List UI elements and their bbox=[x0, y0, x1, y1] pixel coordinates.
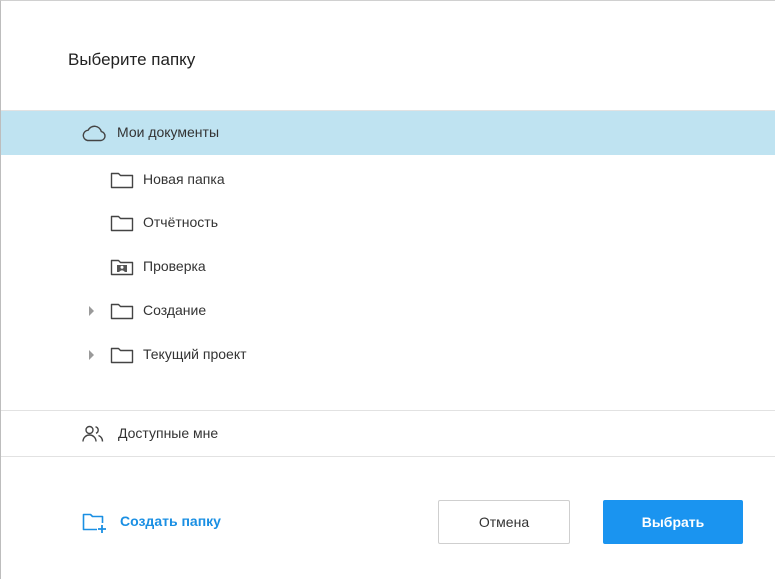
tree-item-current-project[interactable]: Текущий проект bbox=[1, 333, 775, 377]
create-folder-label: Создать папку bbox=[120, 513, 221, 529]
tree-item-creation[interactable]: Создание bbox=[1, 289, 775, 333]
tree-item-check[interactable]: Проверка bbox=[1, 245, 775, 289]
tree-item-my-documents[interactable]: Мои документы bbox=[1, 111, 775, 155]
tree-item-new-folder[interactable]: Новая папка bbox=[1, 158, 775, 202]
folder-icon bbox=[110, 172, 134, 189]
add-folder-icon bbox=[82, 513, 106, 533]
expand-arrow-icon[interactable] bbox=[89, 306, 94, 316]
select-folder-dialog: Выберите папку Мои документы Новая папка… bbox=[0, 0, 775, 579]
tree-item-reports[interactable]: Отчётность bbox=[1, 201, 775, 245]
tree-item-label: Доступные мне bbox=[118, 425, 219, 441]
tree-item-label: Отчётность bbox=[143, 214, 219, 230]
select-button[interactable]: Выбрать bbox=[603, 500, 743, 544]
tree-item-label: Создание bbox=[143, 302, 207, 318]
folder-icon bbox=[110, 303, 134, 320]
expand-arrow-icon[interactable] bbox=[89, 350, 94, 360]
users-icon bbox=[82, 425, 104, 442]
tree-item-label: Новая папка bbox=[143, 171, 225, 187]
cancel-button[interactable]: Отмена bbox=[438, 500, 570, 544]
tree-item-label: Мои документы bbox=[117, 124, 220, 140]
footer-divider bbox=[1, 456, 775, 457]
tree-item-shared-with-me[interactable]: Доступные мне bbox=[1, 412, 775, 456]
shared-folder-icon bbox=[110, 259, 134, 276]
folder-icon bbox=[110, 347, 134, 364]
cloud-icon bbox=[82, 125, 106, 142]
folder-icon bbox=[110, 215, 134, 232]
tree-item-label: Текущий проект bbox=[143, 346, 247, 362]
dialog-title: Выберите папку bbox=[68, 50, 196, 69]
tree-divider bbox=[1, 410, 775, 411]
tree-item-label: Проверка bbox=[143, 258, 206, 274]
